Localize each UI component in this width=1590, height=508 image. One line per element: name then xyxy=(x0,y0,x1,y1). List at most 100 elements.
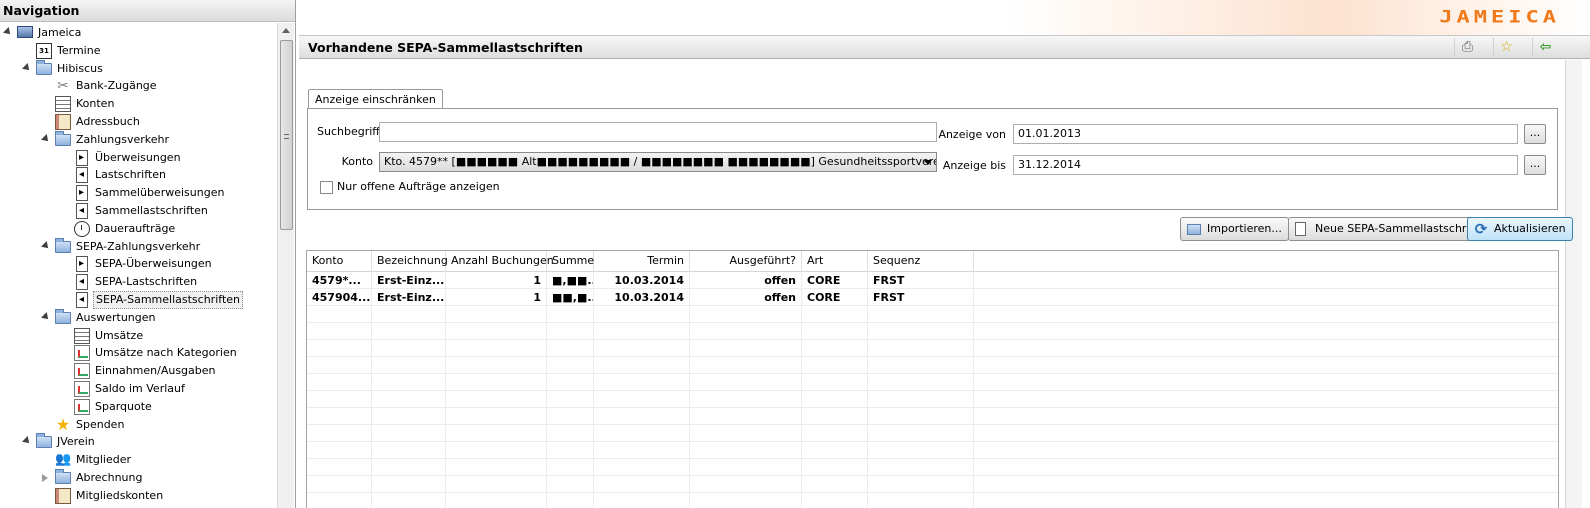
nav-item-zahlungsverkehr[interactable]: Zahlungsverkehr xyxy=(0,130,280,149)
new-sepa-collective-debit-button[interactable]: Neue SEPA-Sammellastschrift xyxy=(1288,217,1485,241)
from-date-picker-button[interactable]: ... xyxy=(1524,124,1546,144)
cell-termin xyxy=(594,442,690,459)
nav-item-mitglieder[interactable]: 👥 Mitglieder xyxy=(0,451,280,469)
empty-table-row xyxy=(307,306,1558,323)
refresh-button[interactable]: ⟳ Aktualisieren xyxy=(1467,217,1573,241)
expanded-arrow-icon[interactable] xyxy=(3,27,13,37)
column-header-ausgefuehrt[interactable]: Ausgeführt? xyxy=(690,251,802,272)
import-button[interactable]: Importieren... xyxy=(1180,217,1289,241)
cell-konto xyxy=(307,323,372,340)
nav-item-label: JVerein xyxy=(57,435,95,449)
nav-item-abrechnung[interactable]: Abrechnung xyxy=(0,469,280,487)
cell-konto xyxy=(307,459,372,476)
nav-item-adressbuch[interactable]: Adressbuch xyxy=(0,113,280,131)
tab-anzeige-einschraenken[interactable]: Anzeige einschränken xyxy=(308,89,443,109)
search-label: Suchbegriff xyxy=(317,125,380,138)
cell-summe xyxy=(547,442,594,459)
nav-item-jameica[interactable]: Jameica xyxy=(0,24,280,42)
scroll-up-arrow-icon[interactable] xyxy=(282,28,290,33)
nav-item-sepa-lastschriften[interactable]: SEPA-Lastschriften xyxy=(0,273,280,291)
cell-ausgefuehrt xyxy=(690,459,802,476)
expanded-arrow-icon[interactable] xyxy=(41,133,51,144)
table-row[interactable]: 457904...Erst-Einz...1■■,■...10.03.2014o… xyxy=(307,289,1558,306)
cell-konto xyxy=(307,425,372,442)
nav-item-sepa-sammellastschriften[interactable]: SEPA-Sammellastschriften xyxy=(0,291,280,309)
to-date-picker-button[interactable]: ... xyxy=(1524,155,1546,175)
nav-item-saldo-im-verlauf[interactable]: Saldo im Verlauf xyxy=(0,380,280,398)
cell-ausgefuehrt xyxy=(690,493,802,508)
column-header-konto[interactable]: Konto xyxy=(307,251,372,272)
navigation-scrollbar[interactable] xyxy=(277,23,294,508)
expanded-arrow-icon[interactable] xyxy=(41,311,51,322)
cell-sequenz xyxy=(868,306,974,323)
cell-bezeichnung: Erst-Einz... xyxy=(372,289,446,306)
column-header-sequenz[interactable]: Sequenz xyxy=(868,251,974,272)
cell-sequenz xyxy=(868,357,974,374)
cell-termin xyxy=(594,408,690,425)
empty-table-row xyxy=(307,459,1558,476)
nav-item-sepa-überweisungen[interactable]: SEPA-Überweisungen xyxy=(0,255,280,273)
column-header-bezeichnung[interactable]: Bezeichnung xyxy=(372,251,448,272)
nav-item-lastschriften[interactable]: Lastschriften xyxy=(0,166,280,184)
cell-summe xyxy=(547,391,594,408)
nav-item-sparquote[interactable]: Sparquote xyxy=(0,398,280,416)
to-date-input[interactable]: 31.12.2014 xyxy=(1013,155,1518,175)
cell-ausgefuehrt xyxy=(690,391,802,408)
expanded-arrow-icon[interactable] xyxy=(41,240,51,251)
document-left-icon xyxy=(76,202,88,220)
tools-icon: ✂ xyxy=(57,78,69,95)
folder-icon xyxy=(36,59,52,75)
cell-art xyxy=(802,408,868,425)
cell-art xyxy=(802,442,868,459)
nav-item-label: Sparquote xyxy=(95,399,152,413)
cell-summe xyxy=(547,476,594,493)
nav-item-einnahmen-ausgaben[interactable]: Einnahmen/Ausgaben xyxy=(0,362,280,380)
konto-select[interactable]: Kto. 4579** [■■■■■■ Alt■■■■■■■■■ / ■■■■■… xyxy=(379,152,937,172)
cell-bezeichnung xyxy=(372,374,446,391)
cell-ausgefuehrt xyxy=(690,374,802,391)
app-banner: JAMEICA xyxy=(299,0,1590,35)
empty-table-row xyxy=(307,391,1558,408)
search-input[interactable] xyxy=(379,122,937,142)
scrollbar-thumb[interactable] xyxy=(280,40,293,230)
nav-item-auswertungen[interactable]: Auswertungen xyxy=(0,308,280,327)
nav-item-jverein[interactable]: JVerein xyxy=(0,433,280,451)
cell-sequenz xyxy=(868,374,974,391)
cell-summe xyxy=(547,357,594,374)
expanded-arrow-icon[interactable] xyxy=(22,436,32,447)
grip-icon xyxy=(284,134,289,139)
content-scrollbar[interactable] xyxy=(1565,60,1582,508)
nav-item-daueraufträge[interactable]: Daueraufträge xyxy=(0,220,280,238)
nav-item-umsätze[interactable]: Umsätze xyxy=(0,327,280,345)
column-header-summe[interactable]: Summe xyxy=(547,251,594,272)
folder-icon xyxy=(55,308,71,324)
table-row[interactable]: 4579*...Erst-Einz...1■,■■...10.03.2014of… xyxy=(307,272,1558,289)
nav-item-termine[interactable]: 31 Termine xyxy=(0,42,280,60)
column-header-termin[interactable]: Termin xyxy=(594,251,690,272)
print-icon[interactable]: ⎙ xyxy=(1454,38,1480,56)
nav-item-konten[interactable]: Konten xyxy=(0,95,280,113)
nav-item-spenden[interactable]: ★ Spenden xyxy=(0,416,280,434)
nav-item-bank-zugänge[interactable]: ✂ Bank-Zugänge xyxy=(0,77,280,95)
nav-item-überweisungen[interactable]: Überweisungen xyxy=(0,149,280,167)
nav-item-sepa-zahlungsverkehr[interactable]: SEPA-Zahlungsverkehr xyxy=(0,237,280,256)
refresh-icon: ⟳ xyxy=(1474,220,1488,238)
bookmark-star-icon[interactable]: ☆ xyxy=(1493,38,1519,56)
nav-item-hibiscus[interactable]: Hibiscus xyxy=(0,59,280,78)
nav-item-mitgliedskonten[interactable]: Mitgliedskonten xyxy=(0,487,280,505)
navigation-tree: Jameica 31 Termine Hibiscus ✂ Bank-Zugänge Kon… xyxy=(0,23,283,508)
back-arrow-icon[interactable]: ⇦ xyxy=(1532,38,1558,56)
expanded-arrow-icon[interactable] xyxy=(22,62,32,73)
nav-item-sammelüberweisungen[interactable]: Sammelüberweisungen xyxy=(0,184,280,202)
open-only-checkbox[interactable] xyxy=(320,181,333,194)
cell-bezeichnung xyxy=(372,391,446,408)
cell-sequenz xyxy=(868,340,974,357)
column-header-anzahl[interactable]: Anzahl Buchungen xyxy=(446,251,554,272)
nav-item-umsätze-nach-kategorien[interactable]: Umsätze nach Kategorien xyxy=(0,344,280,362)
new-button-label: Neue SEPA-Sammellastschrift xyxy=(1315,222,1478,235)
from-date-input[interactable]: 01.01.2013 xyxy=(1013,124,1518,144)
cell-anzahl xyxy=(446,357,547,374)
column-header-art[interactable]: Art xyxy=(802,251,868,272)
nav-item-sammellastschriften[interactable]: Sammellastschriften xyxy=(0,202,280,220)
collapsed-arrow-icon[interactable] xyxy=(42,474,48,482)
